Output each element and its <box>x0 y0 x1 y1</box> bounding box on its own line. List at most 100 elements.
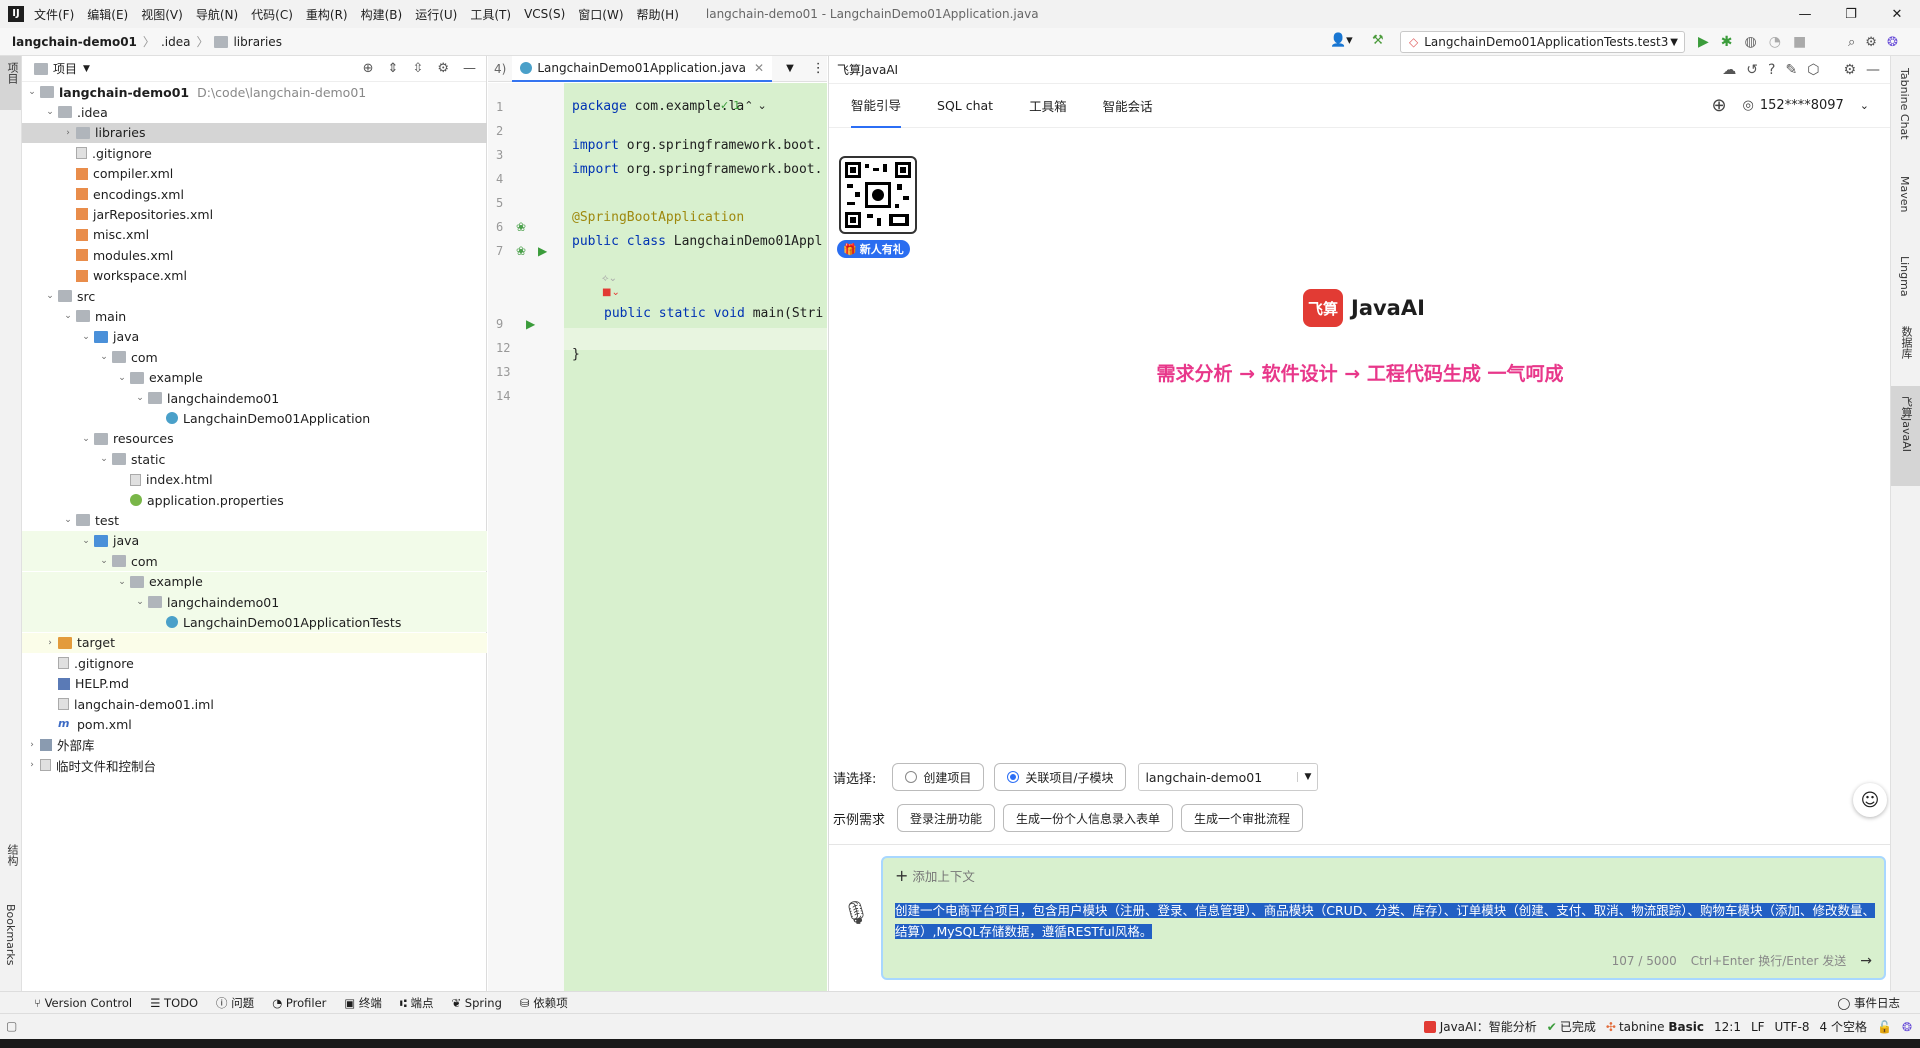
tree-item[interactable]: ⌄ langchaindemo01 <box>22 592 487 612</box>
menu-window[interactable]: 窗口(W) <box>578 6 623 23</box>
new-user-gift-badge[interactable]: 🎁 新人有礼 <box>837 240 910 258</box>
close-tab-icon[interactable]: ✕ <box>754 61 764 75</box>
tool-endpoints[interactable]: ⑆ 端点 <box>400 995 434 1011</box>
breadcrumb-idea[interactable]: .idea <box>161 35 191 49</box>
tree-item[interactable]: workspace.xml <box>22 266 487 286</box>
tree-item[interactable]: ⌄ langchaindemo01 <box>22 388 487 408</box>
menu-file[interactable]: 文件(F) <box>34 6 74 23</box>
search-icon[interactable]: ⌕ <box>1848 35 1855 50</box>
history-icon[interactable]: ↺ <box>1746 62 1758 78</box>
tabnine-chat-tab[interactable]: Tabnine Chat <box>1898 68 1911 140</box>
assistant-avatar-icon[interactable]: ☺ <box>1853 783 1887 817</box>
javaai-status[interactable]: JavaAI：智能分析 <box>1423 1018 1537 1035</box>
run-gutter-icon[interactable]: ▶ <box>538 244 547 258</box>
menu-view[interactable]: 视图(V) <box>141 6 183 23</box>
cloud-sync-icon[interactable]: ☁ <box>1722 62 1736 78</box>
chevron-down-icon[interactable]: ⌄ <box>62 311 74 321</box>
settings-gear-icon[interactable]: ⚙ <box>1843 62 1856 78</box>
javaai-tab[interactable]: 飞算JavaAI <box>1898 396 1914 452</box>
spring-bean-icon[interactable]: ❀ <box>516 244 526 258</box>
tree-item[interactable]: ⌄ com <box>22 551 487 572</box>
lock-icon[interactable]: 🔓 <box>1877 1020 1892 1034</box>
tree-item[interactable]: › 临时文件和控制台 <box>22 755 487 775</box>
edit-icon[interactable]: ✎ <box>1785 62 1797 78</box>
tree-item[interactable]: ⌄ com <box>22 347 487 367</box>
run-icon[interactable]: ▶ <box>1698 34 1709 50</box>
menu-navigate[interactable]: 导航(N) <box>196 6 238 23</box>
tool-dependencies[interactable]: ⛁ 依赖项 <box>520 995 568 1011</box>
plugin-logo-icon[interactable]: ❂ <box>1887 35 1898 50</box>
tree-item[interactable]: .gitignore <box>22 143 487 163</box>
chevron-down-icon[interactable]: ▼ <box>83 64 90 74</box>
tree-item[interactable]: ⌄ java <box>22 327 487 347</box>
tree-item[interactable]: ⌄ java <box>22 530 487 551</box>
chevron-down-icon[interactable]: ⌄ <box>80 434 92 444</box>
settings-gear-icon[interactable]: ⚙ <box>1865 35 1877 50</box>
line-separator[interactable]: LF <box>1751 1020 1765 1034</box>
code-area[interactable]: package com.example.la ✓ 1 ⌃ ⌄ import org.… <box>564 83 827 991</box>
chevron-down-icon[interactable]: ⌄ <box>1860 99 1869 112</box>
example-login-register[interactable]: 登录注册功能 <box>897 804 996 832</box>
add-context-button[interactable]: + 添加上下文 <box>895 866 975 885</box>
chevron-down-icon[interactable]: ⌄ <box>98 454 110 464</box>
file-encoding[interactable]: UTF-8 <box>1775 1020 1810 1034</box>
chevron-right-icon[interactable]: › <box>26 760 38 770</box>
chevron-down-icon[interactable]: ⌄ <box>62 515 74 525</box>
menu-refactor[interactable]: 重构(R) <box>306 6 348 23</box>
structure-tool-tab[interactable]: 结构 <box>4 844 20 866</box>
debug-icon[interactable]: ✱ <box>1721 34 1733 50</box>
cursor-position[interactable]: 12:1 <box>1714 1020 1741 1034</box>
tree-item[interactable]: modules.xml <box>22 245 487 265</box>
add-circle-icon[interactable]: ⊕ <box>1711 95 1726 116</box>
chevron-down-icon[interactable]: ⌄ <box>116 373 128 383</box>
bookmarks-tool-tab[interactable]: Bookmarks <box>4 904 17 965</box>
user-icon[interactable]: 👤▾ <box>1330 33 1353 48</box>
chevron-down-icon[interactable]: ▼ <box>786 63 794 74</box>
javaai-hint-icon[interactable]: ■⌄ <box>602 287 620 298</box>
chevron-down-icon[interactable]: ⌄ <box>98 556 110 566</box>
tree-item[interactable]: ⌄ example <box>22 571 487 592</box>
tree-item[interactable]: ⌄ static <box>22 449 487 469</box>
user-account[interactable]: 152****8097 <box>1760 98 1844 113</box>
tree-item[interactable]: › libraries <box>22 122 487 143</box>
tree-item[interactable]: › 外部库 <box>22 735 487 755</box>
plugin-status-icon[interactable]: ❂ <box>1902 1020 1912 1034</box>
more-options-icon[interactable]: ⋮ <box>812 61 825 76</box>
chevron-right-icon[interactable]: › <box>62 128 74 138</box>
build-hammer-icon[interactable]: ⚒ <box>1372 33 1384 48</box>
settings-gear-icon[interactable]: ⚙ <box>437 61 449 76</box>
chevron-right-icon[interactable]: › <box>44 638 56 648</box>
collapse-all-icon[interactable]: ⇳ <box>412 61 423 76</box>
tree-item[interactable]: m pom.xml <box>22 714 487 734</box>
hide-icon[interactable]: — <box>1866 62 1880 78</box>
user-avatar-icon[interactable]: ◎ <box>1743 98 1754 113</box>
tree-item[interactable]: LangchainDemo01Application <box>22 408 487 428</box>
chevron-down-icon[interactable]: ⌄ <box>116 577 128 587</box>
coverage-icon[interactable]: ◍ <box>1745 34 1757 50</box>
tree-item[interactable]: ⌄ example <box>22 368 487 388</box>
chevron-down-icon[interactable]: ⌄ <box>26 87 38 97</box>
help-icon[interactable]: ? <box>1768 62 1775 78</box>
tree-item[interactable]: misc.xml <box>22 225 487 245</box>
microphone-icon[interactable]: 🎙 <box>842 901 870 926</box>
project-tool-tab[interactable]: 项目 <box>4 62 20 84</box>
hide-icon[interactable]: — <box>463 61 476 76</box>
indent-setting[interactable]: 4 个空格 <box>1820 1018 1867 1035</box>
tool-terminal[interactable]: ▣ 终端 <box>344 995 382 1011</box>
expand-all-icon[interactable]: ⇕ <box>388 61 399 76</box>
tree-item[interactable]: ⌄ src <box>22 286 487 306</box>
tree-item[interactable]: index.html <box>22 470 487 490</box>
restore-icon[interactable]: ❐ <box>1828 0 1874 28</box>
layout-toggle-icon[interactable]: ▢ <box>6 1019 17 1033</box>
tree-item[interactable]: .gitignore <box>22 653 487 673</box>
example-personal-form[interactable]: 生成一份个人信息录入表单 <box>1003 804 1174 832</box>
maven-tab[interactable]: Maven <box>1898 176 1911 212</box>
example-approval-flow[interactable]: 生成一个审批流程 <box>1181 804 1304 832</box>
tool-todo[interactable]: ☰ TODO <box>150 996 198 1010</box>
menu-vcs[interactable]: VCS(S) <box>524 7 565 21</box>
chevron-down-icon[interactable]: ⌄ <box>98 352 110 362</box>
tree-item[interactable]: compiler.xml <box>22 164 487 184</box>
minimize-icon[interactable]: — <box>1782 0 1828 28</box>
locate-icon[interactable]: ⊕ <box>363 61 374 76</box>
menu-help[interactable]: 帮助(H) <box>637 6 679 23</box>
